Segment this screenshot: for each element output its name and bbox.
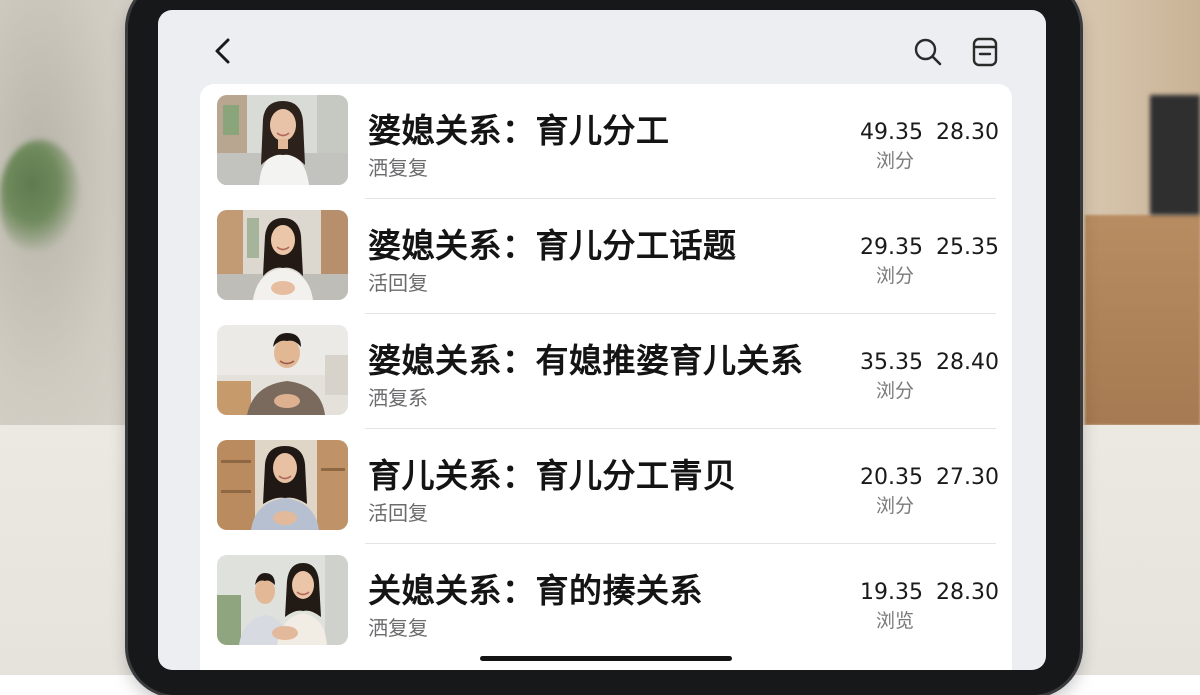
item-stat-label: 浏分: [876, 495, 915, 517]
tablet-screen: 婆媳关系：育儿分工 洒复复 49.35 28.30 浏分 婆媳关系：育儿分工话题…: [158, 10, 1046, 670]
home-indicator[interactable]: [480, 656, 732, 661]
item-stat-label: 浏分: [876, 380, 915, 402]
background-object: [1150, 95, 1200, 215]
item-stat-secondary: 25.35: [936, 235, 999, 260]
thumbnail-image: [217, 440, 348, 530]
item-title: 婆媳关系：育儿分工话题: [368, 226, 737, 265]
item-stat-secondary: 28.30: [936, 120, 999, 145]
item-title: 关媳关系：育的揍关系: [368, 571, 703, 610]
background-shelf: [1085, 215, 1200, 425]
item-stat-primary: 49.35: [860, 120, 923, 145]
list-item[interactable]: 育儿关系：育儿分工青贝 活回复 20.35 27.30 浏分: [200, 429, 1012, 544]
list-item[interactable]: 婆媳关系：育儿分工 洒复复 49.35 28.30 浏分: [200, 84, 1012, 199]
background-plant: [0, 140, 80, 250]
thumbnail-image: [217, 210, 348, 300]
chevron-left-icon[interactable]: [210, 36, 238, 66]
item-stat-primary: 29.35: [860, 235, 923, 260]
item-subtitle: 洒复复: [368, 616, 428, 640]
item-subtitle: 活回复: [368, 501, 428, 525]
item-stat-label: 浏分: [876, 150, 915, 172]
list-item[interactable]: 婆媳关系：有媳推婆育儿关系 洒复系 35.35 28.40 浏分: [200, 314, 1012, 429]
item-stat-primary: 20.35: [860, 465, 923, 490]
search-icon[interactable]: [912, 36, 944, 68]
item-title: 婆媳关系：育儿分工: [368, 111, 670, 150]
item-subtitle: 洒复复: [368, 156, 428, 180]
item-subtitle: 活回复: [368, 271, 428, 295]
item-stat-secondary: 28.40: [936, 350, 999, 375]
topic-list: 婆媳关系：育儿分工 洒复复 49.35 28.30 浏分 婆媳关系：育儿分工话题…: [200, 84, 1012, 670]
item-title: 育儿关系：育儿分工青贝: [368, 456, 737, 495]
thumbnail-image: [217, 95, 348, 185]
item-stat-secondary: 28.30: [936, 580, 999, 605]
thumbnail-image: [217, 555, 348, 645]
document-icon[interactable]: [970, 36, 1000, 68]
item-subtitle: 洒复系: [368, 386, 428, 410]
list-item[interactable]: 婆媳关系：育儿分工话题 活回复 29.35 25.35 浏分: [200, 199, 1012, 314]
item-title: 婆媳关系：有媳推婆育儿关系: [368, 341, 804, 380]
list-item[interactable]: 关媳关系：育的揍关系 洒复复 19.35 28.30 浏览: [200, 544, 1012, 659]
item-stat-primary: 35.35: [860, 350, 923, 375]
item-stat-label: 浏览: [876, 610, 915, 632]
thumbnail-image: [217, 325, 348, 415]
top-navigation-bar: [158, 10, 1046, 84]
item-stat-primary: 19.35: [860, 580, 923, 605]
item-stat-secondary: 27.30: [936, 465, 999, 490]
item-stat-label: 浏分: [876, 265, 915, 287]
